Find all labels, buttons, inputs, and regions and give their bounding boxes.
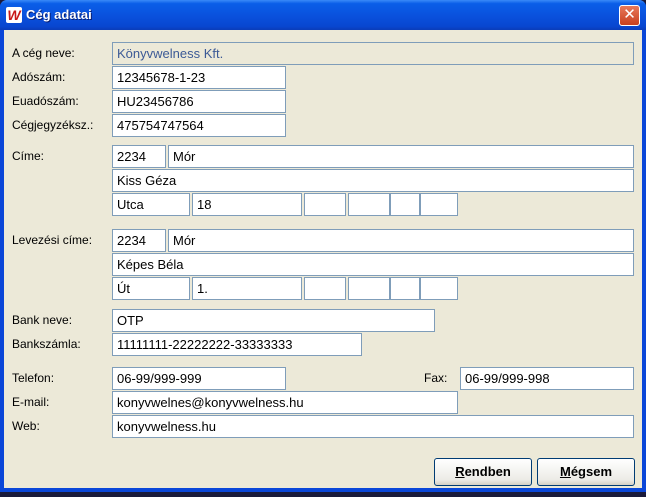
close-button[interactable]: ✕ — [619, 5, 640, 26]
app-icon: W — [6, 7, 22, 23]
address-zip-field[interactable]: 2234 — [112, 145, 166, 168]
dialog-window: W Cég adatai ✕ A cég neve: Könyvwelness … — [0, 0, 646, 492]
address-city-field[interactable]: Mór — [168, 145, 634, 168]
window-title: Cég adatai — [26, 7, 92, 22]
web-label: Web: — [12, 419, 40, 433]
mailing-building-field[interactable] — [304, 277, 346, 300]
registration-number-label: Cégjegyzéksz.: — [12, 118, 94, 132]
fax-label: Fax: — [424, 371, 448, 385]
tax-number-field[interactable]: 12345678-1-23 — [112, 66, 286, 89]
mailing-zip-field[interactable]: 2234 — [112, 229, 166, 252]
mailing-city-field[interactable]: Mór — [168, 229, 634, 252]
address-door-field[interactable] — [420, 193, 458, 216]
cancel-button[interactable]: Mégsem — [537, 458, 635, 486]
bank-name-field[interactable]: OTP — [112, 309, 435, 332]
mailing-floor-field[interactable] — [390, 277, 420, 300]
eu-tax-number-field[interactable]: HU23456786 — [112, 90, 286, 113]
dialog-body: A cég neve: Könyvwelness Kft. Adószám: 1… — [4, 30, 642, 488]
ok-label: endben — [464, 464, 511, 479]
title-bar[interactable]: W Cég adatai ✕ — [0, 0, 646, 30]
tax-number-label: Adószám: — [12, 70, 66, 84]
address-stairway-field[interactable] — [348, 193, 390, 216]
cancel-label: égsem — [570, 464, 613, 479]
fax-field[interactable]: 06-99/999-998 — [460, 367, 634, 390]
registration-number-field[interactable]: 475754747564 — [112, 114, 286, 137]
mailing-door-field[interactable] — [420, 277, 458, 300]
bank-account-label: Bankszámla: — [12, 337, 81, 351]
ok-button[interactable]: Rendben — [434, 458, 532, 486]
company-name-field[interactable]: Könyvwelness Kft. — [112, 42, 634, 65]
address-floor-field[interactable] — [390, 193, 420, 216]
phone-field[interactable]: 06-99/999-999 — [112, 367, 286, 390]
ok-hotkey: R — [455, 464, 465, 479]
phone-label: Telefon: — [12, 371, 55, 385]
mailing-stairway-field[interactable] — [348, 277, 390, 300]
mailing-name-field[interactable]: Képes Béla — [112, 253, 634, 276]
email-label: E-mail: — [12, 395, 50, 409]
company-name-label: A cég neve: — [12, 46, 75, 60]
cancel-hotkey: M — [559, 464, 571, 479]
address-building-field[interactable] — [304, 193, 346, 216]
email-field[interactable]: konyvwelnes@konyvwelness.hu — [112, 391, 458, 414]
eu-tax-number-label: Euadószám: — [12, 94, 79, 108]
address-number-field[interactable]: 18 — [192, 193, 302, 216]
mailing-number-field[interactable]: 1. — [192, 277, 302, 300]
mailing-street-type-field[interactable]: Út — [112, 277, 190, 300]
address-name-field[interactable]: Kiss Géza — [112, 169, 634, 192]
web-field[interactable]: konyvwelness.hu — [112, 415, 634, 438]
address-street-type-field[interactable]: Utca — [112, 193, 190, 216]
close-icon: ✕ — [623, 6, 636, 23]
mailing-address-label: Levezési címe: — [12, 233, 93, 247]
bank-name-label: Bank neve: — [12, 313, 73, 327]
bank-account-field[interactable]: 11111111-22222222-33333333 — [112, 333, 362, 356]
address-label: Címe: — [12, 149, 45, 163]
